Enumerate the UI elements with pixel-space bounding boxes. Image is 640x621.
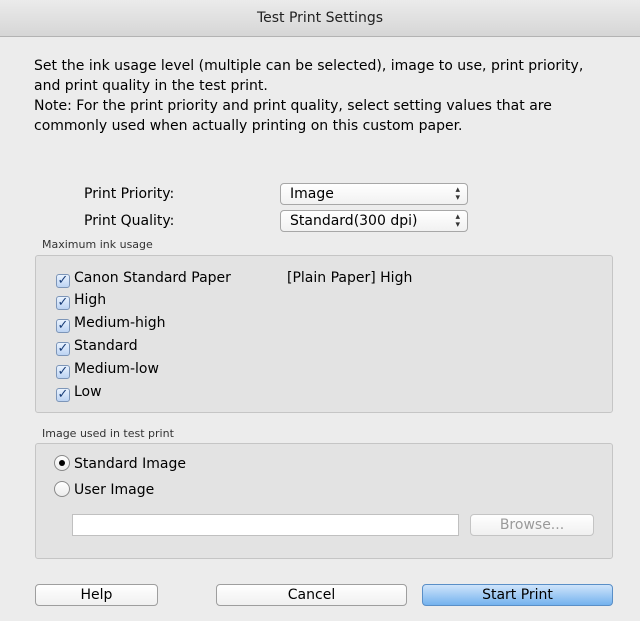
checkbox-label: Medium-high — [74, 315, 166, 331]
print-quality-label: Print Quality: — [84, 213, 175, 229]
browse-button[interactable]: Browse... — [470, 514, 594, 536]
instructions-line: Set the ink usage level (multiple can be… — [34, 58, 584, 74]
radio-user-image[interactable]: User Image — [54, 479, 154, 501]
reference-ink-value: [Plain Paper] High — [287, 270, 413, 286]
cancel-button[interactable]: Cancel — [216, 584, 407, 606]
checkmark-icon: ✓ — [56, 364, 70, 379]
checkbox-canon-standard-paper[interactable]: ✓ Canon Standard Paper — [56, 267, 231, 289]
checkbox-label: Low — [74, 384, 102, 400]
checkbox-label: Medium-low — [74, 361, 159, 377]
radio-selected-icon — [54, 455, 70, 471]
print-quality-select[interactable]: Standard(300 dpi) ▴ ▾ — [280, 210, 468, 232]
image-group-title: Image used in test print — [42, 427, 174, 440]
checkbox-label: Canon Standard Paper — [74, 270, 231, 286]
instructions-text: Set the ink usage level (multiple can be… — [34, 56, 614, 136]
radio-label: Standard Image — [74, 456, 186, 472]
print-priority-label: Print Priority: — [84, 186, 175, 202]
user-image-path-field[interactable] — [72, 514, 459, 536]
help-button[interactable]: Help — [35, 584, 158, 606]
checkmark-icon: ✓ — [56, 295, 70, 310]
window-title: Test Print Settings — [0, 0, 640, 37]
print-priority-value: Image — [290, 186, 334, 202]
checkbox-high[interactable]: ✓ High — [56, 289, 106, 311]
instructions-line: Note: For the print priority and print q… — [34, 98, 552, 114]
checkbox-medium-high[interactable]: ✓ Medium-high — [56, 312, 166, 334]
checkmark-icon: ✓ — [56, 341, 70, 356]
checkbox-label: High — [74, 292, 107, 308]
checkmark-icon: ✓ — [56, 387, 70, 402]
checkbox-label: Standard — [74, 338, 138, 354]
ink-usage-group-title: Maximum ink usage — [42, 238, 153, 251]
start-print-button[interactable]: Start Print — [422, 584, 613, 606]
radio-unselected-icon — [54, 481, 70, 497]
print-quality-value: Standard(300 dpi) — [290, 213, 418, 229]
checkbox-low[interactable]: ✓ Low — [56, 381, 102, 403]
radio-label: User Image — [74, 482, 155, 498]
checkbox-medium-low[interactable]: ✓ Medium-low — [56, 358, 159, 380]
instructions-line: and print quality in the test print. — [34, 78, 268, 94]
checkmark-icon: ✓ — [56, 318, 70, 333]
radio-standard-image[interactable]: Standard Image — [54, 453, 186, 475]
checkmark-icon: ✓ — [56, 273, 70, 288]
print-priority-select[interactable]: Image ▴ ▾ — [280, 183, 468, 205]
checkbox-standard[interactable]: ✓ Standard — [56, 335, 138, 357]
instructions-line: commonly used when actually printing on … — [34, 118, 463, 134]
up-down-arrows-icon: ▴ ▾ — [455, 185, 460, 203]
up-down-arrows-icon: ▴ ▾ — [455, 212, 460, 230]
